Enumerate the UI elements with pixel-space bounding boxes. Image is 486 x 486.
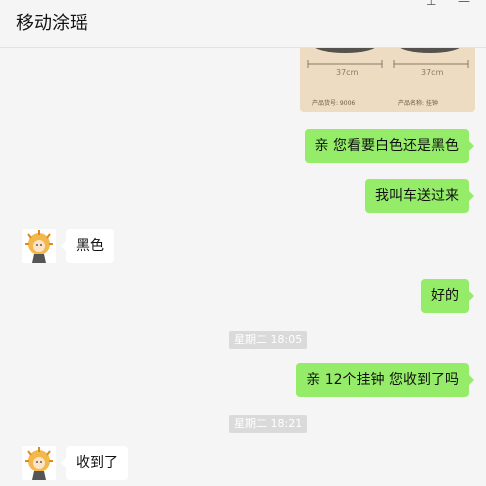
avatar-icon [25, 230, 53, 263]
product-image[interactable]: 37cm 37cm 产品货号: 9006 产品名称: 挂钟 [300, 40, 475, 112]
timestamp-divider: 星期二 18:05 [229, 331, 308, 349]
chat-title: 移动涂瑶 [16, 13, 88, 34]
message-bubble-outgoing[interactable]: 亲 您看要白色还是黑色 [304, 129, 475, 163]
avatar-icon [25, 447, 53, 480]
title-bar: 移动涂瑶 ⊥ — [0, 0, 486, 48]
message-bubble-outgoing[interactable]: 好的 [421, 279, 474, 313]
message-bubble-outgoing[interactable]: 我叫车送过来 [365, 179, 474, 213]
message-bubble-incoming[interactable]: 黑色 [61, 229, 114, 263]
contact-avatar[interactable] [22, 446, 56, 480]
message-bubble-incoming[interactable]: 收到了 [61, 446, 128, 480]
dimension-label-left: 37cm [336, 68, 359, 77]
pin-icon[interactable]: ⊥ [426, 0, 436, 8]
dimension-label-right: 37cm [421, 68, 444, 77]
chat-area: 37cm 37cm 产品货号: 9006 产品名称: 挂钟 亲 您看要白色还是黑… [0, 0, 486, 486]
minimize-icon[interactable]: — [458, 0, 470, 8]
timestamp-divider: 星期二 18:21 [229, 415, 308, 433]
product-code-label: 产品货号: 9006 [312, 100, 356, 107]
product-name-label: 产品名称: 挂钟 [398, 100, 438, 107]
message-bubble-outgoing[interactable]: 亲 12个挂钟 您收到了吗 [296, 363, 474, 397]
contact-avatar[interactable] [22, 229, 56, 263]
